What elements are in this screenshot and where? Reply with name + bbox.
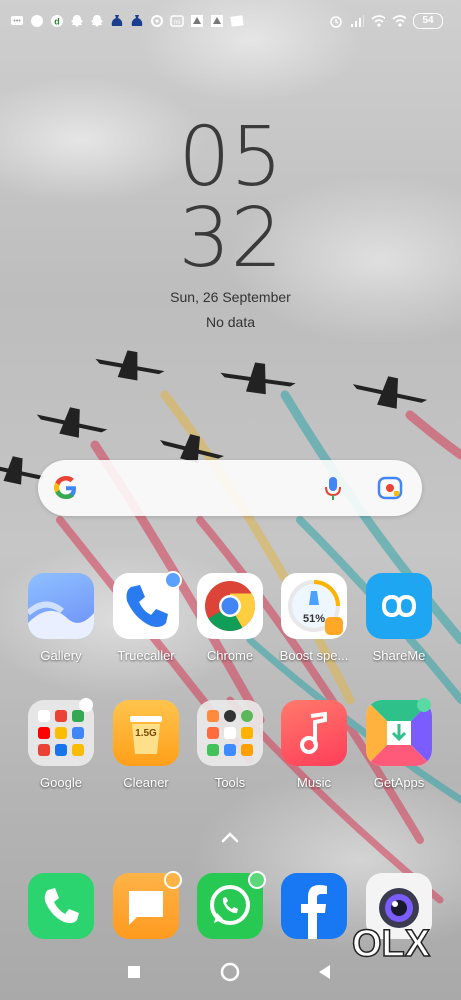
app-label: Boost spe... bbox=[279, 648, 349, 663]
app-label: Truecaller bbox=[117, 648, 175, 663]
app-label: ShareMe bbox=[372, 648, 426, 663]
olx-watermark-text: OLX bbox=[352, 923, 431, 964]
snapchat-icon bbox=[90, 14, 104, 28]
clock-minute[interactable]: 32 bbox=[0, 196, 461, 282]
recents-button[interactable] bbox=[127, 965, 141, 984]
svg-text:mi: mi bbox=[174, 20, 180, 26]
shareme-icon bbox=[366, 573, 432, 639]
app-label: Chrome bbox=[206, 648, 254, 663]
phone-icon bbox=[28, 873, 94, 939]
notification-dot bbox=[417, 698, 431, 712]
sync-icon bbox=[150, 14, 164, 28]
app-boost-speed[interactable]: 51% Boost spe... bbox=[272, 573, 356, 663]
grid-icon bbox=[190, 14, 204, 28]
app-label: Google bbox=[40, 775, 82, 790]
folder-google[interactable]: Google bbox=[19, 698, 103, 790]
dream11-icon: d bbox=[50, 14, 64, 28]
app-getapps[interactable]: GetApps bbox=[357, 698, 441, 790]
cleaner-icon: 1.5G bbox=[113, 700, 179, 766]
chat-bubble-icon bbox=[30, 14, 44, 28]
notification-dot bbox=[164, 571, 182, 589]
google-g-icon bbox=[52, 474, 80, 507]
music-icon bbox=[281, 700, 347, 766]
app-shareme[interactable]: ShareMe bbox=[357, 573, 441, 663]
home-button[interactable] bbox=[220, 962, 240, 987]
notification-dot bbox=[164, 871, 182, 889]
app-chrome[interactable]: Chrome bbox=[188, 573, 272, 663]
chrome-icon bbox=[197, 573, 263, 639]
app-label: Music bbox=[297, 775, 331, 790]
app-label: GetApps bbox=[373, 775, 425, 790]
svg-text:d: d bbox=[54, 17, 60, 27]
olx-watermark: OLX bbox=[351, 920, 432, 966]
app-cleaner[interactable]: 1.5G Cleaner bbox=[104, 700, 188, 790]
cleaner-size: 1.5G bbox=[135, 728, 157, 739]
app-label: Tools bbox=[214, 775, 246, 790]
weather-label[interactable]: No data bbox=[0, 314, 461, 330]
app-truecaller[interactable]: Truecaller bbox=[104, 571, 188, 663]
boost-speed-icon: 51% bbox=[281, 573, 347, 639]
app-label: Cleaner bbox=[123, 775, 169, 790]
message-icon bbox=[10, 14, 24, 28]
camera-lens-icon[interactable] bbox=[377, 476, 403, 505]
clock-hour[interactable]: 05 bbox=[0, 115, 461, 201]
status-bar-left: d mi bbox=[10, 10, 244, 32]
back-button[interactable] bbox=[316, 963, 332, 986]
gallery-icon bbox=[28, 573, 94, 639]
google-search-bar[interactable] bbox=[38, 460, 422, 516]
battery-level: 54 bbox=[422, 15, 434, 26]
trash-badge-icon bbox=[325, 617, 343, 635]
moneybag-icon bbox=[110, 14, 124, 28]
dock-messages[interactable] bbox=[104, 871, 188, 939]
alarm-icon bbox=[329, 14, 343, 28]
app-gallery[interactable]: Gallery bbox=[19, 573, 103, 663]
mi-icon: mi bbox=[170, 14, 184, 28]
grid-icon bbox=[210, 14, 224, 28]
date-label[interactable]: Sun, 26 September bbox=[0, 289, 461, 305]
folder-tools[interactable]: Tools bbox=[188, 700, 272, 790]
moneybag-icon bbox=[130, 14, 144, 28]
news-icon bbox=[230, 14, 244, 28]
app-drawer-chevron-icon[interactable] bbox=[220, 830, 240, 849]
mic-icon[interactable] bbox=[323, 476, 343, 507]
battery-indicator: 54 bbox=[413, 13, 443, 29]
status-bar-right: 54 bbox=[329, 10, 443, 32]
facebook-icon bbox=[281, 873, 347, 939]
signal-icon bbox=[350, 14, 364, 28]
notification-dot bbox=[79, 698, 93, 712]
wifi-icon bbox=[392, 14, 406, 28]
tools-folder-icon bbox=[197, 700, 263, 766]
dock-phone[interactable] bbox=[19, 873, 103, 939]
snapchat-icon bbox=[70, 14, 84, 28]
dock-facebook[interactable] bbox=[272, 873, 356, 939]
dock-whatsapp[interactable] bbox=[188, 871, 272, 939]
app-music[interactable]: Music bbox=[272, 700, 356, 790]
wifi-icon bbox=[371, 14, 385, 28]
notification-dot bbox=[248, 871, 266, 889]
app-label: Gallery bbox=[40, 648, 82, 663]
